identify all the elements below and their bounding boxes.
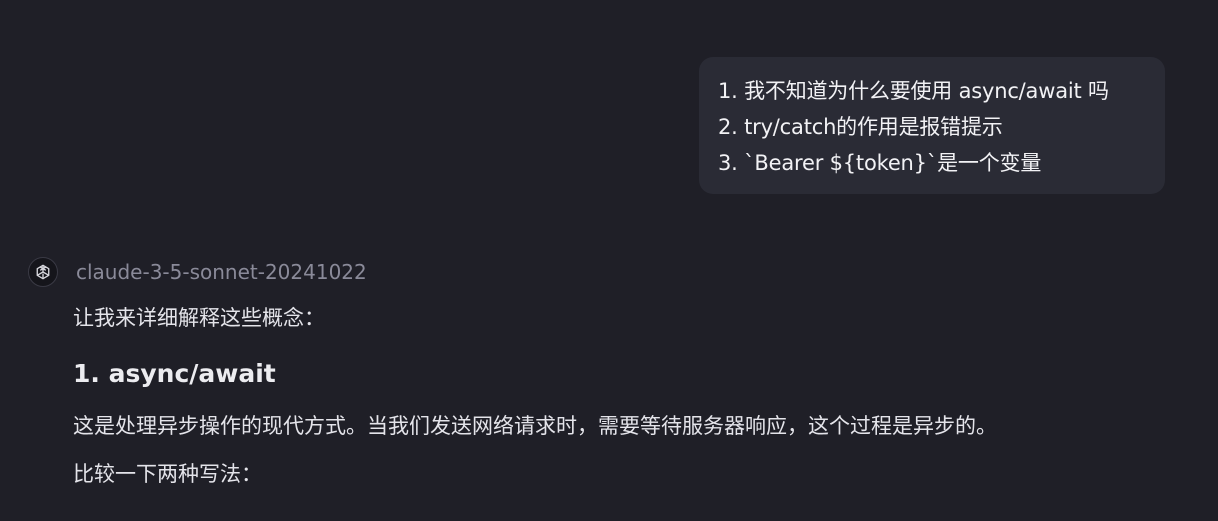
user-message-bubble: 1. 我不知道为什么要使用 async/await 吗 2. try/catch… xyxy=(699,57,1165,194)
openai-logo-icon xyxy=(28,257,58,287)
user-message-line: 2. try/catch的作用是报错提示 xyxy=(718,115,1003,139)
assistant-header: claude-3-5-sonnet-20241022 xyxy=(28,256,367,288)
user-message-line: 3. `Bearer ${token}`是一个变量 xyxy=(718,151,1042,175)
response-compare: 比较一下两种写法： xyxy=(73,462,262,486)
response-paragraph: 这是处理异步操作的现代方式。当我们发送网络请求时，需要等待服务器响应，这个过程是… xyxy=(73,414,997,438)
assistant-response: 让我来详细解释这些概念： 1. async/await 这是处理异步操作的现代方… xyxy=(73,300,1193,492)
response-intro: 让我来详细解释这些概念： xyxy=(73,306,325,330)
model-name: claude-3-5-sonnet-20241022 xyxy=(76,260,367,284)
response-heading: 1. async/await xyxy=(73,359,276,388)
chat-page: 1. 我不知道为什么要使用 async/await 吗 2. try/catch… xyxy=(0,0,1218,521)
user-message-line: 1. 我不知道为什么要使用 async/await 吗 xyxy=(718,79,1109,103)
